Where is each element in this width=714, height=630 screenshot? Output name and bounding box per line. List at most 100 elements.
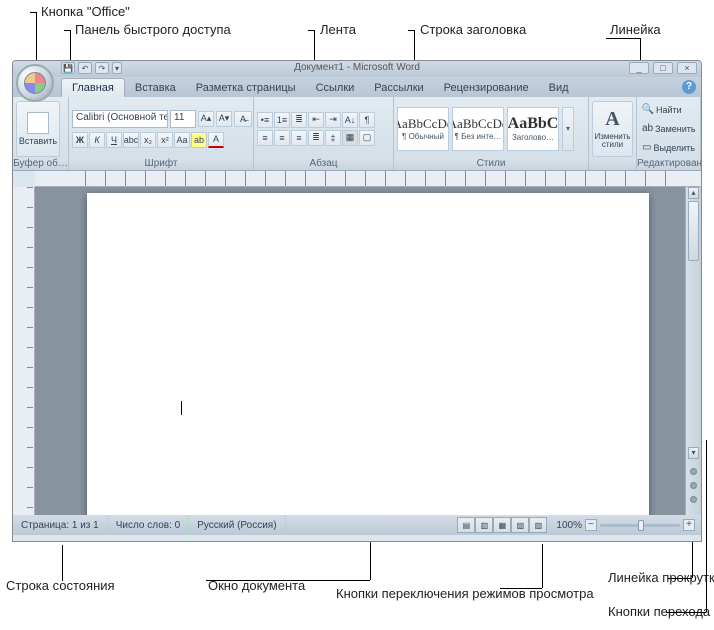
style-no-spacing[interactable]: AaBbCcDd ¶ Без инте… bbox=[452, 107, 504, 151]
sort-button[interactable]: A↓ bbox=[342, 112, 358, 128]
view-full-reading[interactable]: ▥ bbox=[475, 517, 493, 533]
ruler-ticks bbox=[85, 171, 681, 186]
bold-button[interactable]: Ж bbox=[72, 132, 88, 148]
close-button[interactable]: × bbox=[677, 62, 697, 74]
anno-quick-access: Панель быстрого доступа bbox=[75, 22, 231, 37]
office-logo-icon bbox=[24, 72, 46, 94]
vertical-scrollbar[interactable]: ▴ ▾ bbox=[685, 187, 701, 515]
borders-button[interactable]: ▢ bbox=[359, 130, 375, 146]
ribbon-tabs: Главная Вставка Разметка страницы Ссылки… bbox=[13, 77, 701, 97]
tab-home[interactable]: Главная bbox=[61, 78, 125, 97]
zoom-level[interactable]: 100% bbox=[556, 520, 582, 531]
underline-button[interactable]: Ч bbox=[106, 132, 122, 148]
replace-button[interactable]: abЗаменить bbox=[640, 121, 697, 137]
align-center-button[interactable]: ≡ bbox=[274, 130, 290, 146]
word-window: 💾 ↶ ↷ ▾ Документ1 - Microsoft Word _ □ ×… bbox=[12, 60, 702, 542]
group-editing-label: Редактирование bbox=[637, 158, 700, 170]
grow-font-button[interactable]: A▴ bbox=[198, 111, 214, 127]
title-bar: 💾 ↶ ↷ ▾ Документ1 - Microsoft Word _ □ × bbox=[13, 61, 701, 77]
office-button[interactable] bbox=[16, 64, 54, 102]
subscript-button[interactable]: x₂ bbox=[140, 132, 156, 148]
font-name-combo[interactable]: Calibri (Основной те bbox=[72, 110, 168, 128]
select-button[interactable]: ▭Выделить bbox=[640, 140, 697, 156]
change-styles-icon: A bbox=[605, 108, 619, 131]
group-changestyles-label bbox=[589, 158, 636, 170]
view-print-layout[interactable]: ▤ bbox=[457, 517, 475, 533]
anno-scrollbar: Линейка прокрутки bbox=[608, 570, 714, 585]
show-marks-button[interactable]: ¶ bbox=[359, 112, 375, 128]
qat-redo-button[interactable]: ↷ bbox=[95, 62, 109, 74]
tab-review[interactable]: Рецензирование bbox=[434, 79, 539, 97]
zoom-in-button[interactable]: + bbox=[683, 519, 695, 531]
change-styles-button[interactable]: A Изменить стили bbox=[592, 101, 633, 157]
group-styles-label: Стили bbox=[394, 158, 588, 170]
clear-formatting-button[interactable]: A̶ bbox=[234, 111, 252, 127]
document-viewport[interactable] bbox=[35, 187, 685, 515]
help-icon[interactable]: ? bbox=[682, 80, 696, 94]
increase-indent-button[interactable]: ⇥ bbox=[325, 112, 341, 128]
qat-save-button[interactable]: 💾 bbox=[61, 62, 75, 74]
font-size-combo[interactable]: 11 bbox=[170, 110, 196, 128]
qat-customize-button[interactable]: ▾ bbox=[112, 62, 122, 74]
find-button[interactable]: 🔍Найти bbox=[640, 102, 697, 118]
ribbon: Вставить Буфер об… Calibri (Основной те … bbox=[13, 97, 701, 171]
group-clipboard-label: Буфер об… bbox=[13, 158, 68, 170]
select-icon: ▭ bbox=[642, 142, 651, 154]
nav-next-button[interactable] bbox=[690, 496, 697, 503]
view-web-layout[interactable]: ▦ bbox=[493, 517, 511, 533]
superscript-button[interactable]: x² bbox=[157, 132, 173, 148]
anno-ruler: Линейка bbox=[610, 22, 661, 37]
find-icon: 🔍 bbox=[642, 104, 654, 116]
vertical-ruler[interactable] bbox=[13, 187, 35, 515]
shrink-font-button[interactable]: A▾ bbox=[216, 111, 232, 127]
tab-mailings[interactable]: Рассылки bbox=[364, 79, 433, 97]
align-right-button[interactable]: ≡ bbox=[291, 130, 307, 146]
zoom-handle[interactable] bbox=[638, 520, 644, 531]
horizontal-ruler[interactable] bbox=[35, 171, 701, 187]
status-page[interactable]: Страница: 1 из 1 bbox=[13, 515, 108, 535]
quick-access-toolbar: 💾 ↶ ↷ ▾ bbox=[61, 62, 122, 74]
zoom-out-button[interactable]: − bbox=[585, 519, 597, 531]
group-paragraph-label: Абзац bbox=[254, 158, 393, 170]
view-draft[interactable]: ▨ bbox=[529, 517, 547, 533]
replace-icon: ab bbox=[642, 123, 653, 135]
decrease-indent-button[interactable]: ⇤ bbox=[308, 112, 324, 128]
document-area: ▴ ▾ bbox=[13, 187, 701, 515]
strikethrough-button[interactable]: abc bbox=[123, 132, 139, 148]
align-left-button[interactable]: ≡ bbox=[257, 130, 273, 146]
italic-button[interactable]: К bbox=[89, 132, 105, 148]
tab-references[interactable]: Ссылки bbox=[306, 79, 365, 97]
numbering-button[interactable]: 1≡ bbox=[274, 112, 290, 128]
tab-page-layout[interactable]: Разметка страницы bbox=[186, 79, 306, 97]
line-spacing-button[interactable]: ‡ bbox=[325, 130, 341, 146]
multilevel-button[interactable]: ≣ bbox=[291, 112, 307, 128]
anno-view-buttons: Кнопки переключения режимов просмотра bbox=[336, 586, 594, 601]
zoom-slider[interactable] bbox=[600, 524, 680, 527]
font-color-button[interactable]: A bbox=[208, 132, 224, 148]
tab-view[interactable]: Вид bbox=[539, 79, 579, 97]
group-font-label: Шрифт bbox=[69, 158, 253, 170]
nav-prev-button[interactable] bbox=[690, 468, 697, 475]
status-words[interactable]: Число слов: 0 bbox=[108, 515, 189, 535]
style-normal[interactable]: AaBbCcDd ¶ Обычный bbox=[397, 107, 449, 151]
highlight-button[interactable]: ab bbox=[191, 132, 207, 148]
scroll-down-button[interactable]: ▾ bbox=[688, 447, 699, 459]
styles-more-button[interactable]: ▾ bbox=[562, 107, 574, 151]
view-outline[interactable]: ▧ bbox=[511, 517, 529, 533]
scroll-up-button[interactable]: ▴ bbox=[688, 187, 699, 199]
scroll-thumb[interactable] bbox=[688, 201, 699, 261]
shading-button[interactable]: ▦ bbox=[342, 130, 358, 146]
tab-insert[interactable]: Вставка bbox=[125, 79, 186, 97]
document-page[interactable] bbox=[87, 193, 649, 515]
change-case-button[interactable]: Aa bbox=[174, 132, 190, 148]
qat-undo-button[interactable]: ↶ bbox=[78, 62, 92, 74]
status-language[interactable]: Русский (Россия) bbox=[189, 515, 285, 535]
minimize-button[interactable]: _ bbox=[629, 62, 649, 74]
justify-button[interactable]: ≣ bbox=[308, 130, 324, 146]
nav-browse-button[interactable] bbox=[690, 482, 697, 489]
maximize-button[interactable]: □ bbox=[653, 62, 673, 74]
bullets-button[interactable]: •≡ bbox=[257, 112, 273, 128]
style-heading1[interactable]: AaBbC Заголово… bbox=[507, 107, 559, 151]
paste-button[interactable]: Вставить bbox=[16, 101, 60, 157]
anno-office-button: Кнопка "Office" bbox=[41, 4, 130, 19]
